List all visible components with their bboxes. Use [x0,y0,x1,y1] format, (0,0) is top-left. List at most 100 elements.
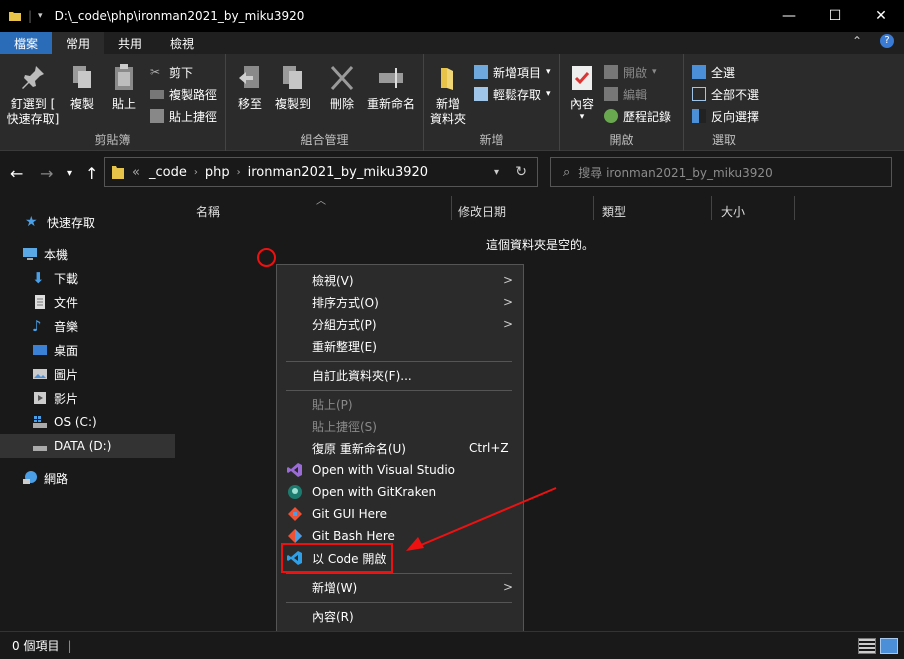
minimize-button[interactable]: — [766,0,812,32]
group-label-new: 新增 [479,133,504,147]
menu-item-paste-shortcut[interactable]: 貼上捷徑(S) [277,415,523,437]
sidebar-item-drive-c[interactable]: OS (C:) [0,410,175,434]
new-item-button[interactable]: 新增項目 ▾ [474,62,551,82]
address-dropdown-icon[interactable]: ▾ [494,167,499,178]
select-none-button[interactable]: 全部不選 [692,84,759,104]
download-arrow-icon: ⬇ [32,269,45,287]
menu-item-group-by[interactable]: 分組方式(P) > [277,313,523,335]
sidebar-item-downloads[interactable]: ⬇ 下載 [0,266,175,290]
breadcrumb-code[interactable]: _code [149,165,187,180]
easy-access-button[interactable]: 輕鬆存取 ▾ [474,84,551,104]
sidebar-item-documents[interactable]: 文件 [0,290,175,314]
menu-item-refresh[interactable]: 重新整理(E) [277,335,523,357]
sidebar-item-music[interactable]: ♪ 音樂 [0,314,175,338]
chevron-right-icon[interactable]: › [237,167,241,178]
close-button[interactable]: ✕ [858,0,904,32]
address-bar[interactable]: « _code › php › ironman2021_by_miku3920 … [104,157,538,187]
edit-button[interactable]: 編輯 [604,84,647,104]
column-divider[interactable] [451,196,452,220]
column-header-size[interactable]: 大小 [721,200,745,222]
search-placeholder: 搜尋 ironman2021_by_miku3920 [578,165,773,180]
tab-file[interactable]: 檔案 [0,32,53,54]
menu-separator [286,390,512,391]
menu-item-properties[interactable]: 內容(R) [277,605,523,627]
properties-check-icon [572,66,592,90]
chevron-right-icon: > [502,317,513,331]
edit-icon [604,87,618,101]
sidebar-item-drive-d[interactable]: DATA (D:) [0,434,175,458]
pin-quick-access-button[interactable]: 釘選到 [ 快速存取] [4,62,62,127]
star-icon: ★ [25,214,38,230]
menu-item-new[interactable]: 新增(W) > [277,576,523,598]
help-icon[interactable]: ? [880,34,894,48]
windows-drive-icon [32,414,48,430]
sidebar-item-network[interactable]: 網路 [0,466,175,490]
menu-item-view[interactable]: 檢視(V) > [277,269,523,291]
menu-item-customize-folder[interactable]: 自訂此資料夾(F)... [277,364,523,386]
column-header-name[interactable]: 名稱 [196,200,220,222]
group-label-open: 開啟 [609,133,634,147]
sidebar-item-pictures[interactable]: 圖片 [0,362,175,386]
copy-path-button[interactable]: 複製路徑 [150,84,217,104]
folder-icon [8,9,22,23]
sidebar-item-quick-access[interactable]: ★ 快速存取 [0,210,175,234]
refresh-icon[interactable]: ↻ [515,164,527,180]
new-folder-button[interactable]: 新增 資料夾 [426,62,470,127]
column-divider[interactable] [711,196,712,220]
search-box[interactable]: ⌕ 搜尋 ironman2021_by_miku3920 [550,157,892,187]
maximize-button[interactable]: ☐ [812,0,858,32]
column-divider[interactable] [593,196,594,220]
tab-home[interactable]: 常用 [52,32,105,54]
sort-arrow-icon: ︿ [316,196,326,207]
paste-button[interactable]: 貼上 [106,62,142,112]
picture-icon [32,366,48,382]
history-button[interactable]: 歷程記錄 [604,106,671,126]
sidebar-item-desktop[interactable]: 桌面 [0,338,175,362]
copy-icon [73,66,91,88]
open-button[interactable]: 開啟 ▾ [604,62,657,82]
address-prefix[interactable]: « [132,165,140,180]
menu-item-undo-rename[interactable]: 復原 重新命名(U) Ctrl+Z [277,437,523,459]
column-header-modified[interactable]: 修改日期 [458,200,506,222]
drive-icon [32,438,48,454]
delete-button[interactable]: 刪除 [326,62,358,112]
invert-selection-button[interactable]: 反向選擇 [692,106,759,126]
back-arrow-icon[interactable]: ← [10,164,23,183]
tab-share[interactable]: 共用 [104,32,156,54]
move-to-button[interactable]: 移至 [232,62,268,112]
sidebar-item-videos[interactable]: 影片 [0,386,175,410]
status-bar: 0 個項目 | [0,631,904,659]
group-organize: 移至 複製到 刪除 重新命名 組合管理 [226,54,424,151]
menu-item-sort-by[interactable]: 排序方式(O) > [277,291,523,313]
copy-to-button[interactable]: 複製到 [270,62,316,112]
annotation-arrow [406,487,557,551]
column-divider[interactable] [794,196,795,220]
search-icon: ⌕ [563,164,571,180]
git-bash-icon [287,528,303,544]
cursor-annotation-circle [257,248,276,267]
up-arrow-icon[interactable]: ↑ [85,164,98,183]
paste-shortcut-button[interactable]: 貼上捷徑 [150,106,217,126]
sidebar-item-this-pc[interactable]: 本機 [0,242,175,266]
collapse-ribbon-icon[interactable]: ⌃ [852,34,862,48]
select-none-icon [692,87,706,101]
menu-item-open-visual-studio[interactable]: Open with Visual Studio [277,459,523,481]
column-header-type[interactable]: 類型 [602,200,626,222]
select-all-button[interactable]: 全選 [692,62,735,82]
forward-arrow-icon[interactable]: → [40,164,53,183]
copy-button[interactable]: 複製 [64,62,100,112]
rename-button[interactable]: 重新命名 [364,62,418,112]
cut-button[interactable]: ✂ 剪下 [150,62,193,82]
breadcrumb-php[interactable]: php [205,165,230,180]
large-icons-view-icon[interactable] [880,638,898,654]
recent-locations-icon[interactable]: ▾ [67,168,72,179]
rename-icon [379,68,403,88]
tab-view[interactable]: 檢視 [156,32,208,54]
menu-item-paste[interactable]: 貼上(P) [277,393,523,415]
chevron-right-icon[interactable]: › [194,167,198,178]
details-view-icon[interactable] [858,638,876,654]
customize-dropdown-icon[interactable]: ▾ [38,11,43,21]
menu-separator [286,602,512,603]
properties-button[interactable]: 內容 ▾ [562,62,602,122]
breadcrumb-current[interactable]: ironman2021_by_miku3920 [248,165,429,180]
